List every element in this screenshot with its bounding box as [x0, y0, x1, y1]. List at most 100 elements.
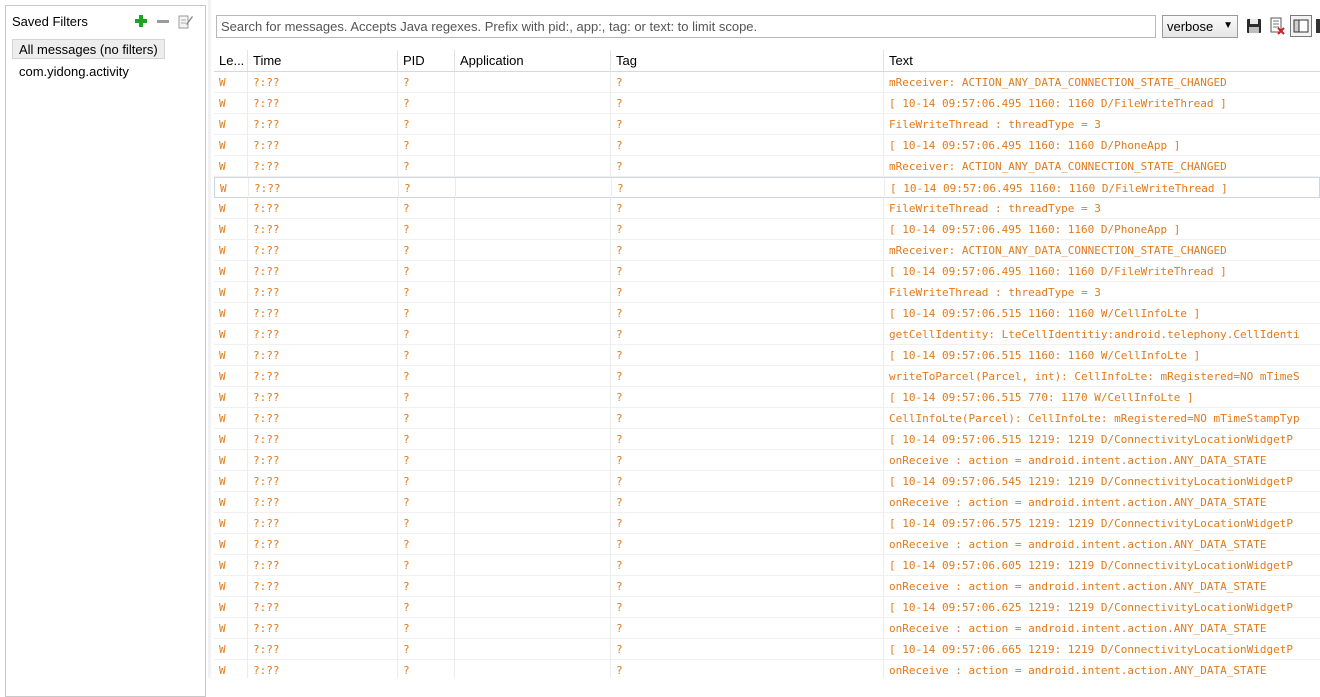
cell-text: onReceive : action = android.intent.acti… — [889, 538, 1267, 551]
scroll-lock-icon[interactable] — [1316, 17, 1320, 35]
table-row[interactable]: W?:???? getCellIdentity: LteCellIdentitiy… — [214, 324, 1320, 345]
filter-com-yidong-activity[interactable]: com.yidong.activity — [12, 61, 136, 81]
table-row[interactable]: W?:???? onReceive : action = android.inte… — [214, 618, 1320, 639]
table-row[interactable]: W?:???? [ 10-14 09:57:06.515 770: 1170 W/… — [214, 387, 1320, 408]
table-row[interactable]: W?:???? [ 10-14 09:57:06.515 1219: 1219 D… — [214, 429, 1320, 450]
cell-text: [ 10-14 09:57:06.495 1160: 1160 D/FileWr… — [889, 97, 1227, 110]
table-row[interactable]: W?:???? writeToParcel(Parcel, int): CellI… — [214, 366, 1320, 387]
column-application[interactable]: Application — [455, 50, 611, 71]
cell-tag: ? — [611, 93, 884, 113]
table-row[interactable]: W?:???? [ 10-14 09:57:06.545 1219: 1219 D… — [214, 471, 1320, 492]
cell-pid: ? — [398, 156, 455, 176]
table-row[interactable]: W?:???? FileWriteThread : threadType = 3 — [214, 282, 1320, 303]
table-row[interactable]: W?:???? [ 10-14 09:57:06.495 1160: 1160 D… — [214, 93, 1320, 114]
column-tag[interactable]: Tag — [611, 50, 884, 71]
cell-time: ?:?? — [249, 178, 399, 198]
cell-time: ?:?? — [248, 93, 398, 113]
cell-time: ?:?? — [248, 408, 398, 428]
cell-application — [455, 618, 611, 638]
table-row[interactable]: W?:???? onReceive : action = android.inte… — [214, 660, 1320, 678]
cell-application — [455, 282, 611, 302]
filter-all-messages[interactable]: All messages (no filters) — [12, 39, 165, 59]
minus-icon[interactable] — [155, 13, 171, 29]
table-row[interactable]: W?:???? [ 10-14 09:57:06.515 1160: 1160 W… — [214, 303, 1320, 324]
cell-tag: ? — [611, 387, 884, 407]
log-level-select[interactable]: verbose ▼ — [1162, 15, 1238, 38]
table-row[interactable]: W?:???? mReceiver: ACTION_ANY_DATA_CONNEC… — [214, 156, 1320, 177]
cell-level: W — [214, 597, 248, 617]
table-row[interactable]: W?:???? [ 10-14 09:57:06.495 1160: 1160 D… — [214, 177, 1320, 198]
cell-pid: ? — [398, 345, 455, 365]
cell-pid: ? — [398, 387, 455, 407]
cell-pid: ? — [398, 324, 455, 344]
table-row[interactable]: W?:???? onReceive : action = android.inte… — [214, 576, 1320, 597]
cell-level: W — [214, 492, 248, 512]
cell-level: W — [214, 513, 248, 533]
cell-text: FileWriteThread : threadType = 3 — [889, 118, 1101, 131]
cell-pid: ? — [398, 513, 455, 533]
cell-time: ?:?? — [248, 534, 398, 554]
cell-pid: ? — [398, 240, 455, 260]
cell-pid: ? — [398, 450, 455, 470]
cell-level: W — [214, 303, 248, 323]
save-icon[interactable] — [1245, 17, 1263, 35]
cell-pid: ? — [398, 219, 455, 239]
column-level[interactable]: Le... — [214, 50, 248, 71]
table-row[interactable]: W?:???? mReceiver: ACTION_ANY_DATA_CONNEC… — [214, 72, 1320, 93]
cell-pid: ? — [398, 660, 455, 678]
table-row[interactable]: W?:???? onReceive : action = android.inte… — [214, 534, 1320, 555]
cell-tag: ? — [611, 639, 884, 659]
cell-time: ?:?? — [248, 261, 398, 281]
column-text[interactable]: Text — [884, 50, 1320, 71]
table-row[interactable]: W?:???? [ 10-14 09:57:06.495 1160: 1160 D… — [214, 261, 1320, 282]
table-row[interactable]: W?:???? onReceive : action = android.inte… — [214, 450, 1320, 471]
cell-level: W — [214, 471, 248, 491]
cell-pid: ? — [398, 408, 455, 428]
search-input[interactable] — [216, 15, 1156, 38]
chevron-down-icon: ▼ — [1223, 20, 1233, 31]
cell-time: ?:?? — [248, 198, 398, 218]
table-row[interactable]: W?:???? [ 10-14 09:57:06.605 1219: 1219 D… — [214, 555, 1320, 576]
cell-application — [455, 93, 611, 113]
cell-pid: ? — [398, 429, 455, 449]
cell-tag: ? — [611, 618, 884, 638]
panel-splitter[interactable] — [208, 0, 211, 678]
cell-pid: ? — [398, 492, 455, 512]
table-row[interactable]: W?:???? CellInfoLte(Parcel): CellInfoLte:… — [214, 408, 1320, 429]
plus-icon[interactable] — [133, 13, 149, 29]
cell-text: [ 10-14 09:57:06.495 1160: 1160 D/PhoneA… — [889, 223, 1181, 236]
cell-tag: ? — [612, 178, 885, 198]
clear-log-icon[interactable] — [1268, 17, 1286, 35]
column-pid[interactable]: PID — [398, 50, 455, 71]
cell-level: W — [214, 219, 248, 239]
cell-text: [ 10-14 09:57:06.495 1160: 1160 D/PhoneA… — [889, 139, 1181, 152]
cell-application — [455, 261, 611, 281]
cell-application — [455, 366, 611, 386]
cell-time: ?:?? — [248, 219, 398, 239]
cell-tag: ? — [611, 156, 884, 176]
cell-tag: ? — [611, 324, 884, 344]
table-row[interactable]: W?:???? mReceiver: ACTION_ANY_DATA_CONNEC… — [214, 240, 1320, 261]
table-row[interactable]: W?:???? [ 10-14 09:57:06.495 1160: 1160 D… — [214, 219, 1320, 240]
cell-tag: ? — [611, 576, 884, 596]
table-row[interactable]: W?:???? [ 10-14 09:57:06.625 1219: 1219 D… — [214, 597, 1320, 618]
cell-level: W — [214, 282, 248, 302]
cell-text: [ 10-14 09:57:06.515 1219: 1219 D/Connec… — [889, 433, 1293, 446]
table-row[interactable]: W?:???? [ 10-14 09:57:06.495 1160: 1160 D… — [214, 135, 1320, 156]
table-row[interactable]: W?:???? [ 10-14 09:57:06.515 1160: 1160 W… — [214, 345, 1320, 366]
cell-text: onReceive : action = android.intent.acti… — [889, 580, 1267, 593]
table-row[interactable]: W?:???? [ 10-14 09:57:06.575 1219: 1219 D… — [214, 513, 1320, 534]
edit-filter-icon[interactable] — [177, 13, 193, 29]
table-row[interactable]: W?:???? FileWriteThread : threadType = 3 — [214, 114, 1320, 135]
table-row[interactable]: W?:???? onReceive : action = android.inte… — [214, 492, 1320, 513]
cell-pid: ? — [398, 576, 455, 596]
panel-toggle-icon[interactable] — [1290, 15, 1312, 37]
cell-text: FileWriteThread : threadType = 3 — [889, 286, 1101, 299]
cell-tag: ? — [611, 450, 884, 470]
cell-tag: ? — [611, 303, 884, 323]
table-row[interactable]: W?:???? [ 10-14 09:57:06.665 1219: 1219 D… — [214, 639, 1320, 660]
table-row[interactable]: W?:???? FileWriteThread : threadType = 3 — [214, 198, 1320, 219]
cell-tag: ? — [611, 660, 884, 678]
cell-level: W — [214, 156, 248, 176]
column-time[interactable]: Time — [248, 50, 398, 71]
